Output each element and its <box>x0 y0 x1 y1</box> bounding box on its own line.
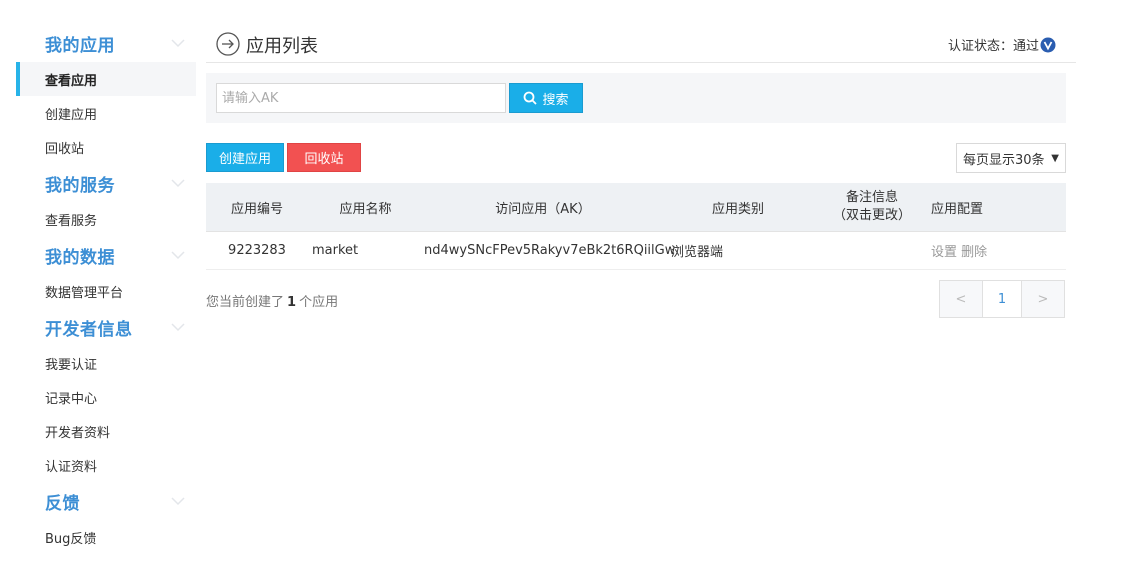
recycle-bin-button[interactable]: 回收站 <box>287 143 361 172</box>
search-button[interactable]: 搜索 <box>509 83 583 113</box>
sidebar-item-bug-feedback[interactable]: Bug反馈 <box>16 520 196 554</box>
column-header-remark-line2: （双击更改） <box>832 208 911 223</box>
pagination: < 1 > <box>939 280 1065 318</box>
sidebar-item-developer-profile[interactable]: 开发者资料 <box>16 414 196 448</box>
delete-link[interactable]: 删除 <box>961 245 987 260</box>
sidebar: 我的应用 查看应用 创建应用 回收站 我的服务 查看服务 我的数据 数据管理平台… <box>16 24 196 554</box>
cell-app-config: 设置 删除 <box>931 241 1011 260</box>
chevron-down-icon <box>170 249 186 261</box>
sidebar-section-title: 我的数据 <box>45 247 115 268</box>
table-row: 9223283 market nd4wySNcFPev5Rakyv7eBk2t6… <box>206 232 1066 270</box>
sidebar-section-title: 开发者信息 <box>45 319 133 340</box>
sidebar-section-title: 反馈 <box>45 493 80 514</box>
sidebar-section-feedback[interactable]: 反馈 <box>16 482 196 520</box>
page-title: 应用列表 <box>246 36 318 57</box>
table-header-row: 应用编号 应用名称 访问应用（AK） 应用类别 备注信息 （双击更改） 应用配置 <box>206 183 1066 232</box>
column-header-id: 应用编号 <box>230 201 283 217</box>
page-size-select[interactable]: 每页显示30条 ▼ <box>956 143 1066 173</box>
search-button-label: 搜索 <box>542 92 569 108</box>
cell-app-name: market <box>312 243 359 258</box>
auth-status-value: 通过 <box>1012 39 1039 54</box>
page-header: 应用列表 认证状态： 通过 <box>206 24 1076 63</box>
column-header-ak: 访问应用（AK） <box>495 201 591 217</box>
sidebar-item-apply-verification[interactable]: 我要认证 <box>16 346 196 380</box>
auth-status: 认证状态： 通过 <box>948 35 1056 54</box>
sidebar-section-developer-info[interactable]: 开发者信息 <box>16 308 196 346</box>
sidebar-item-create-app[interactable]: 创建应用 <box>16 96 196 130</box>
column-header-config: 应用配置 <box>931 201 984 217</box>
app-count-suffix: 个应用 <box>299 295 339 310</box>
sidebar-item-record-center[interactable]: 记录中心 <box>16 380 196 414</box>
app-count-value: 1 <box>287 295 297 310</box>
search-icon <box>524 91 538 105</box>
search-panel: 搜索 <box>206 73 1066 123</box>
chevron-down-icon <box>170 37 186 49</box>
sidebar-item-verification-info[interactable]: 认证资料 <box>16 448 196 482</box>
verified-badge-icon <box>1040 37 1056 53</box>
app-count-text: 您当前创建了 1 个应用 <box>206 291 338 310</box>
sidebar-section-my-apps[interactable]: 我的应用 <box>16 24 196 62</box>
next-page-button[interactable]: > <box>1022 281 1064 317</box>
chevron-down-icon <box>170 177 186 189</box>
auth-status-label: 认证状态： <box>947 39 1013 54</box>
page-size-value: 每页显示30条 <box>963 152 1045 168</box>
column-header-remark: 备注信息 （双击更改） <box>813 189 931 225</box>
caret-down-icon: ▼ <box>1051 153 1059 164</box>
sidebar-section-my-data[interactable]: 我的数据 <box>16 236 196 274</box>
current-page-button[interactable]: 1 <box>982 281 1022 317</box>
chevron-down-icon <box>170 495 186 507</box>
cell-app-ak: nd4wySNcFPev5Rakyv7eBk2t6RQiilGw <box>424 243 676 258</box>
apps-table: 应用编号 应用名称 访问应用（AK） 应用类别 备注信息 （双击更改） 应用配置… <box>206 183 1066 270</box>
cell-app-type: 浏览器端 <box>671 245 724 260</box>
cell-app-id: 9223283 <box>228 243 286 258</box>
sidebar-item-view-services[interactable]: 查看服务 <box>16 202 196 236</box>
sidebar-section-title: 我的服务 <box>45 175 115 196</box>
prev-page-button[interactable]: < <box>940 281 982 317</box>
arrow-right-circle-icon[interactable] <box>216 32 240 56</box>
column-header-name: 应用名称 <box>339 201 392 217</box>
create-app-button[interactable]: 创建应用 <box>206 143 284 172</box>
ak-search-input[interactable] <box>216 83 506 113</box>
chevron-down-icon <box>170 321 186 333</box>
column-header-remark-line1: 备注信息 <box>845 190 898 205</box>
sidebar-item-recycle-bin[interactable]: 回收站 <box>16 130 196 164</box>
sidebar-section-my-services[interactable]: 我的服务 <box>16 164 196 202</box>
app-count-prefix: 您当前创建了 <box>206 295 285 310</box>
sidebar-item-view-apps[interactable]: 查看应用 <box>16 62 196 96</box>
column-header-type: 应用类别 <box>711 201 764 217</box>
sidebar-section-title: 我的应用 <box>45 35 115 56</box>
sidebar-item-data-platform[interactable]: 数据管理平台 <box>16 274 196 308</box>
settings-link[interactable]: 设置 <box>931 245 957 260</box>
